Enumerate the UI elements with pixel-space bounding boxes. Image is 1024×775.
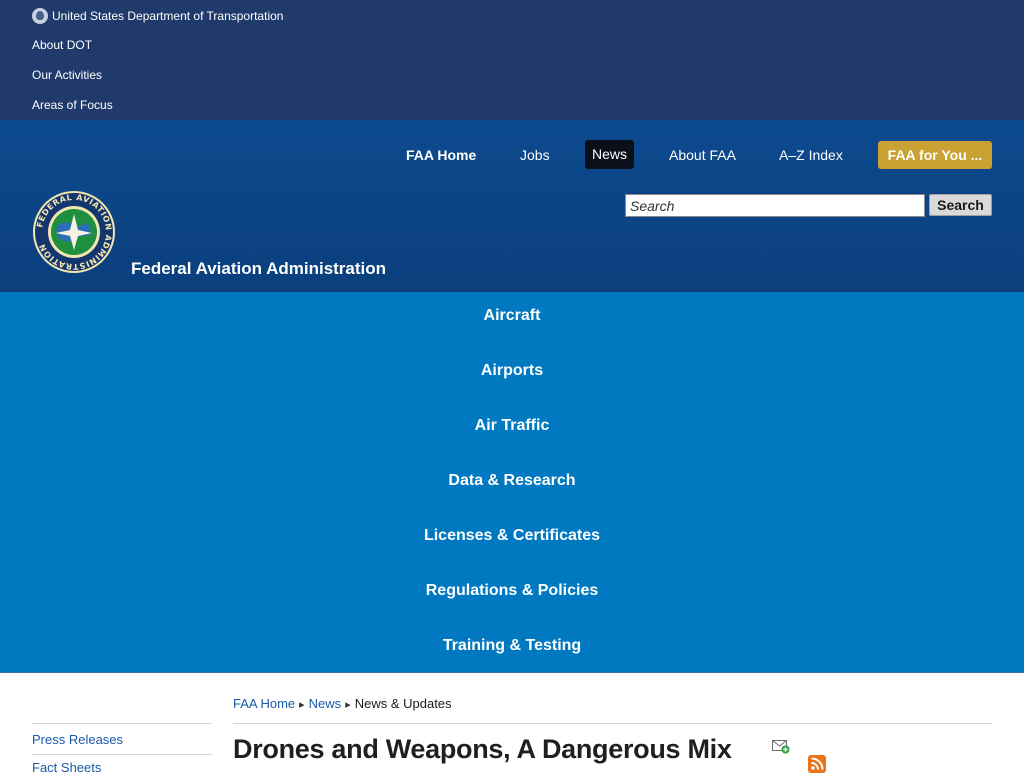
main-nav: Aircraft Airports Air Traffic Data & Res… xyxy=(0,292,1024,673)
dot-home-link[interactable]: United States Department of Transportati… xyxy=(32,8,283,24)
nav-news[interactable]: News xyxy=(585,140,635,169)
areas-of-focus-link[interactable]: Areas of Focus xyxy=(32,98,113,112)
main-nav-training[interactable]: Training & Testing xyxy=(0,637,1024,655)
our-activities-link[interactable]: Our Activities xyxy=(32,68,102,82)
nav-az-index[interactable]: A–Z Index xyxy=(779,147,843,163)
main-nav-air-traffic[interactable]: Air Traffic xyxy=(0,417,1024,435)
nav-about-faa[interactable]: About FAA xyxy=(669,147,736,163)
sidebar-divider xyxy=(32,723,212,724)
main-nav-data-research[interactable]: Data & Research xyxy=(0,472,1024,490)
main-nav-airports[interactable]: Airports xyxy=(0,362,1024,380)
breadcrumb-current: News & Updates xyxy=(354,696,452,711)
search-button[interactable]: Search xyxy=(929,194,992,216)
dot-seal-icon xyxy=(32,8,48,24)
sidebar-press-releases[interactable]: Press Releases xyxy=(32,732,123,747)
dot-top-bar: United States Department of Transportati… xyxy=(0,0,1024,120)
main-nav-regulations[interactable]: Regulations & Policies xyxy=(0,582,1024,600)
main-nav-aircraft[interactable]: Aircraft xyxy=(0,307,1024,325)
breadcrumb: FAA Home ▸ News ▸ News & Updates xyxy=(233,696,452,711)
breadcrumb-separator: ▸ xyxy=(345,699,351,711)
sidebar-divider xyxy=(32,754,212,755)
agency-name[interactable]: Federal Aviation Administration xyxy=(131,259,386,279)
page-title: Drones and Weapons, A Dangerous Mix xyxy=(233,734,732,764)
breadcrumb-faa-home[interactable]: FAA Home xyxy=(233,696,295,711)
search-input[interactable] xyxy=(625,194,925,217)
nav-faa-home[interactable]: FAA Home xyxy=(406,147,476,163)
faa-seal-icon[interactable]: FEDERAL AVIATION ADMINISTRATION xyxy=(32,190,116,274)
main-nav-licenses[interactable]: Licenses & Certificates xyxy=(0,527,1024,545)
nav-jobs[interactable]: Jobs xyxy=(520,147,550,163)
rss-feed-icon[interactable] xyxy=(808,755,826,773)
about-dot-link[interactable]: About DOT xyxy=(32,38,92,52)
breadcrumb-separator: ▸ xyxy=(299,699,305,711)
email-subscribe-icon[interactable] xyxy=(772,740,790,754)
dot-home-label: United States Department of Transportati… xyxy=(52,9,284,23)
faa-for-you-button[interactable]: FAA for You ... xyxy=(878,141,992,169)
faa-header: FAA Home Jobs News About FAA A–Z Index F… xyxy=(0,120,1024,292)
breadcrumb-news[interactable]: News xyxy=(309,696,342,711)
content-divider xyxy=(233,723,992,724)
